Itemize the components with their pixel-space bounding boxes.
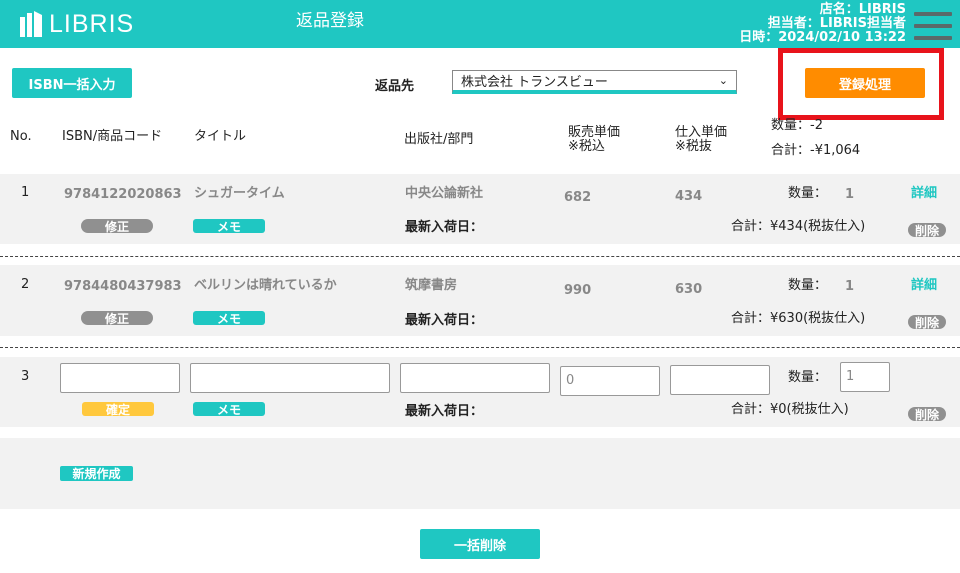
row-divider [0,256,960,257]
row-no: 3 [21,369,30,384]
row-qty-label: 数量： [788,370,828,385]
title-input[interactable] [190,363,390,393]
row-title: シュガータイム [194,186,285,201]
edit-button[interactable]: 修正 [81,219,153,234]
store-name: 店名：LIBRIS [819,2,906,17]
detail-link[interactable]: 詳細 [911,182,937,201]
app-header: LIBRIS 返品登録 店名：LIBRIS 担当者：LIBRIS担当者 日時：2… [0,0,960,48]
col-no: No. [10,129,32,144]
edit-button[interactable]: 修正 [81,311,153,326]
row-qty-label: 数量： [788,186,828,201]
quantity-input[interactable]: 1 [840,362,890,392]
row-total: 合計：¥630(税抜仕入) [731,311,866,326]
row-publisher: 中央公論新社 [405,186,484,201]
row-sale-price: 682 [564,190,592,205]
delete-button[interactable]: 削除 [908,223,946,238]
book-logo-icon [20,11,42,37]
row-total: 合計：¥434(税抜仕入) [731,219,866,234]
row-isbn: 9784480437983 [64,279,182,294]
logo-text: LIBRIS [49,10,135,38]
row-isbn: 9784122020863 [64,187,182,202]
delete-button[interactable]: 削除 [908,315,946,330]
col-title: タイトル [194,129,247,144]
row-no: 1 [21,185,30,200]
chevron-down-icon: ⌄ [718,74,728,87]
publisher-input[interactable] [400,363,550,393]
row-publisher: 筑摩書房 [405,278,458,293]
detail-link[interactable]: 詳細 [911,274,937,293]
summary-quantity: 数量：-2 [771,118,823,133]
row-qty-label: 数量： [788,278,828,293]
isbn-bulk-input-button[interactable]: ISBN一括入力 [12,68,132,98]
register-button[interactable]: 登録処理 [805,68,925,98]
bulk-delete-button[interactable]: 一括削除 [420,529,540,559]
row-title: ベルリンは晴れているか [194,278,337,293]
row-no: 2 [21,277,30,292]
delete-button[interactable]: 削除 [908,407,946,422]
staff-name: 担当者：LIBRIS担当者 [767,16,906,31]
libris-logo[interactable]: LIBRIS [18,9,134,39]
memo-button[interactable]: メモ [193,402,265,417]
cost-price-input[interactable] [670,365,770,395]
hamburger-menu-icon[interactable] [914,12,952,44]
latest-arrival-label: 最新入荷日： [405,404,484,419]
latest-arrival-label: 最新入荷日： [405,313,484,328]
col-publisher: 出版社/部門 [404,132,474,147]
sale-price-input[interactable]: 0 [560,366,660,396]
row-sale-price: 990 [564,283,592,298]
row-cost-price: 434 [675,189,703,204]
row-cost-price: 630 [675,282,703,297]
return-to-label: 返品先 [375,79,415,94]
isbn-input[interactable] [60,363,180,393]
row-qty: 1 [845,279,855,294]
return-to-value: 株式会社 トランスビュー [461,75,608,90]
col-isbn: ISBN/商品コード [62,129,163,144]
new-create-button[interactable]: 新規作成 [60,466,133,481]
memo-button[interactable]: メモ [193,219,265,234]
return-to-select[interactable]: 株式会社 トランスビュー ⌄ [452,70,737,94]
row-divider [0,347,960,348]
user-info: 店名：LIBRIS 担当者：LIBRIS担当者 日時：2024/02/10 13… [739,3,906,45]
latest-arrival-label: 最新入荷日： [405,220,484,235]
confirm-button[interactable]: 確定 [82,402,154,417]
new-row-area [0,438,960,509]
row-total: 合計：¥0(税抜仕入) [731,402,849,417]
datetime: 日時：2024/02/10 13:22 [739,30,906,45]
col-sale-price: 販売単価 ※税込 [568,125,621,154]
memo-button[interactable]: メモ [193,311,265,326]
page-title: 返品登録 [296,11,364,31]
summary-total: 合計：-¥1,064 [771,143,861,158]
row-qty: 1 [845,187,855,202]
col-cost-price: 仕入単価 ※税抜 [675,125,728,154]
